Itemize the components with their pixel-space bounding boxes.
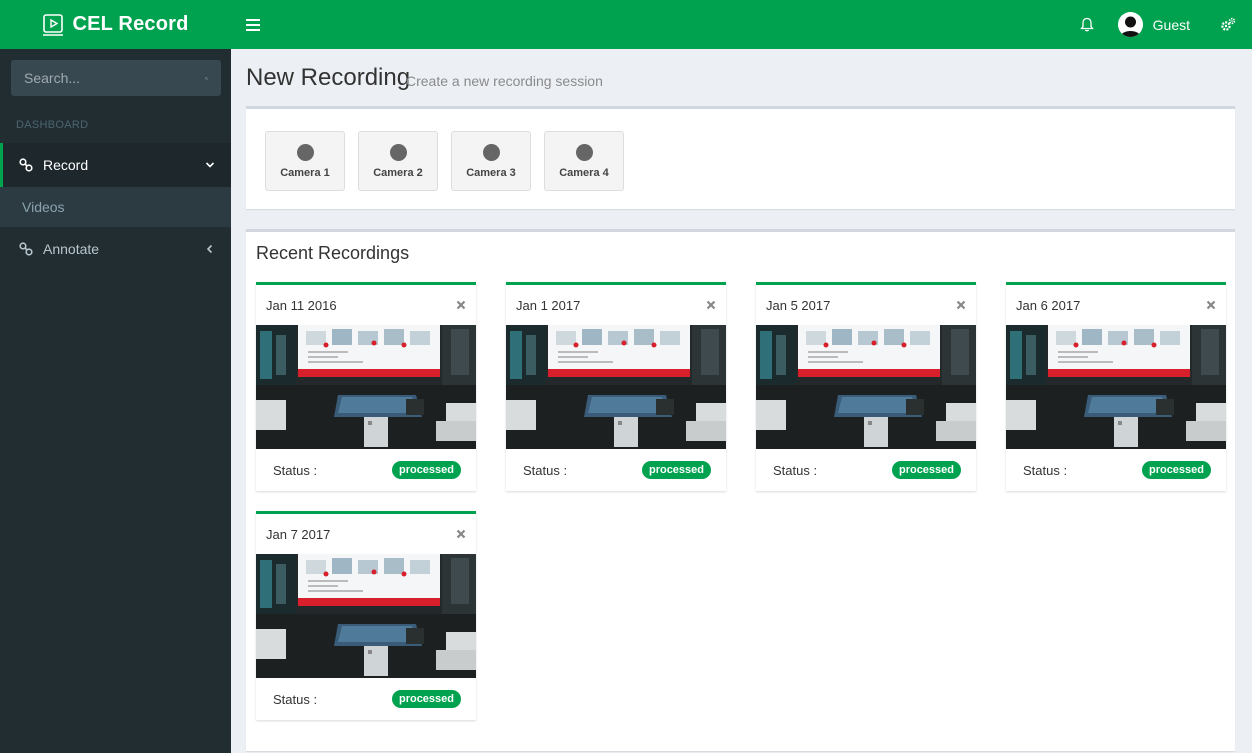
card-footer: Status : processed [506, 449, 726, 491]
card-footer: Status : processed [256, 449, 476, 491]
camera-selector-box: Camera 1 Camera 2 Camera 3 Camera 4 [246, 106, 1235, 209]
camera-4-button[interactable]: Camera 4 [544, 131, 624, 191]
page-subtitle: Create a new recording session [406, 73, 603, 89]
sidebar-item-label: Record [43, 157, 89, 173]
card-footer: Status : processed [756, 449, 976, 491]
search-icon[interactable] [205, 71, 208, 86]
conference-room-scene [256, 325, 476, 449]
camera-3-button[interactable]: Camera 3 [451, 131, 531, 191]
video-thumbnail[interactable] [756, 325, 976, 449]
camera-label: Camera 1 [280, 166, 330, 179]
link-icon [19, 242, 33, 256]
status-badge: processed [391, 461, 461, 479]
recording-date: Jan 1 2017 [516, 297, 581, 313]
conference-room-scene [1006, 325, 1226, 449]
camera-2-button[interactable]: Camera 2 [358, 131, 438, 191]
link-icon [19, 158, 33, 172]
status-badge: processed [641, 461, 711, 479]
recording-date: Jan 5 2017 [766, 297, 831, 313]
recording-date: Jan 6 2017 [1016, 297, 1081, 313]
user-name[interactable]: Guest [1153, 17, 1190, 33]
card-header: Jan 6 2017 [1006, 285, 1226, 325]
top-navbar: Guest [231, 0, 1252, 49]
video-play-icon [43, 13, 64, 36]
nav-section-header: DASHBOARD [16, 119, 89, 131]
avatar[interactable] [1117, 12, 1143, 37]
hamburger-menu-icon[interactable] [246, 18, 260, 31]
video-thumbnail[interactable] [256, 325, 476, 449]
status-label: Status : [273, 691, 318, 707]
record-dot-icon [296, 143, 314, 161]
status-badge: processed [391, 690, 461, 708]
card-footer: Status : processed [256, 678, 476, 720]
record-dot-icon [482, 143, 500, 161]
sidebar-subitem-label: Videos [22, 199, 65, 215]
status-label: Status : [1023, 462, 1068, 478]
sidebar: CEL Record DASHBOARD Record Videos Annot… [0, 0, 231, 753]
card-header: Jan 1 2017 [506, 285, 726, 325]
recording-card[interactable]: Jan 11 2016 Status : processed [256, 282, 476, 491]
sidebar-search [11, 60, 221, 96]
card-header: Jan 5 2017 [756, 285, 976, 325]
video-thumbnail[interactable] [1006, 325, 1226, 449]
recording-date: Jan 7 2017 [266, 526, 331, 542]
sidebar-item-record[interactable]: Record [0, 143, 231, 187]
status-badge: processed [891, 461, 961, 479]
recording-card[interactable]: Jan 7 2017 Status : processed [256, 511, 476, 720]
bell-icon[interactable] [1079, 17, 1094, 32]
video-thumbnail[interactable] [256, 554, 476, 678]
card-footer: Status : processed [1006, 449, 1226, 491]
recording-card[interactable]: Jan 5 2017 Status : processed [756, 282, 976, 491]
camera-label: Camera 2 [373, 166, 423, 179]
camera-label: Camera 3 [466, 166, 516, 179]
status-label: Status : [273, 462, 318, 478]
sidebar-item-annotate[interactable]: Annotate [0, 227, 231, 271]
recording-card[interactable]: Jan 1 2017 Status : processed [506, 282, 726, 491]
conference-room-scene [256, 554, 476, 678]
recent-recordings-box: Recent Recordings Jan 11 2016 Status : p… [246, 229, 1235, 751]
page-title: New Recording [246, 64, 411, 91]
logo-text: CEL Record [72, 13, 189, 35]
close-icon[interactable] [706, 300, 716, 310]
search-input[interactable] [24, 70, 205, 86]
card-header: Jan 7 2017 [256, 514, 476, 554]
chevron-down-icon [205, 162, 215, 168]
camera-label: Camera 4 [559, 166, 609, 179]
close-icon[interactable] [456, 529, 466, 539]
sidebar-item-label: Annotate [43, 241, 100, 257]
record-dot-icon [389, 143, 407, 161]
chevron-left-icon [206, 244, 213, 254]
recordings-title: Recent Recordings [256, 243, 410, 263]
recording-date: Jan 11 2016 [266, 297, 337, 313]
video-thumbnail[interactable] [506, 325, 726, 449]
close-icon[interactable] [1206, 300, 1216, 310]
logo[interactable]: CEL Record [0, 0, 231, 49]
user-silhouette-icon [1117, 12, 1143, 37]
status-badge: processed [1141, 461, 1211, 479]
record-dot-icon [575, 143, 593, 161]
conference-room-scene [506, 325, 726, 449]
close-icon[interactable] [956, 300, 966, 310]
navbar-right: Guest [1079, 12, 1252, 37]
close-icon[interactable] [456, 300, 466, 310]
card-header: Jan 11 2016 [256, 285, 476, 325]
recording-card[interactable]: Jan 6 2017 Status : processed [1006, 282, 1226, 491]
sidebar-subitem-videos[interactable]: Videos [0, 187, 231, 227]
conference-room-scene [756, 325, 976, 449]
gears-icon[interactable] [1220, 17, 1236, 33]
camera-1-button[interactable]: Camera 1 [265, 131, 345, 191]
status-label: Status : [523, 462, 568, 478]
status-label: Status : [773, 462, 818, 478]
